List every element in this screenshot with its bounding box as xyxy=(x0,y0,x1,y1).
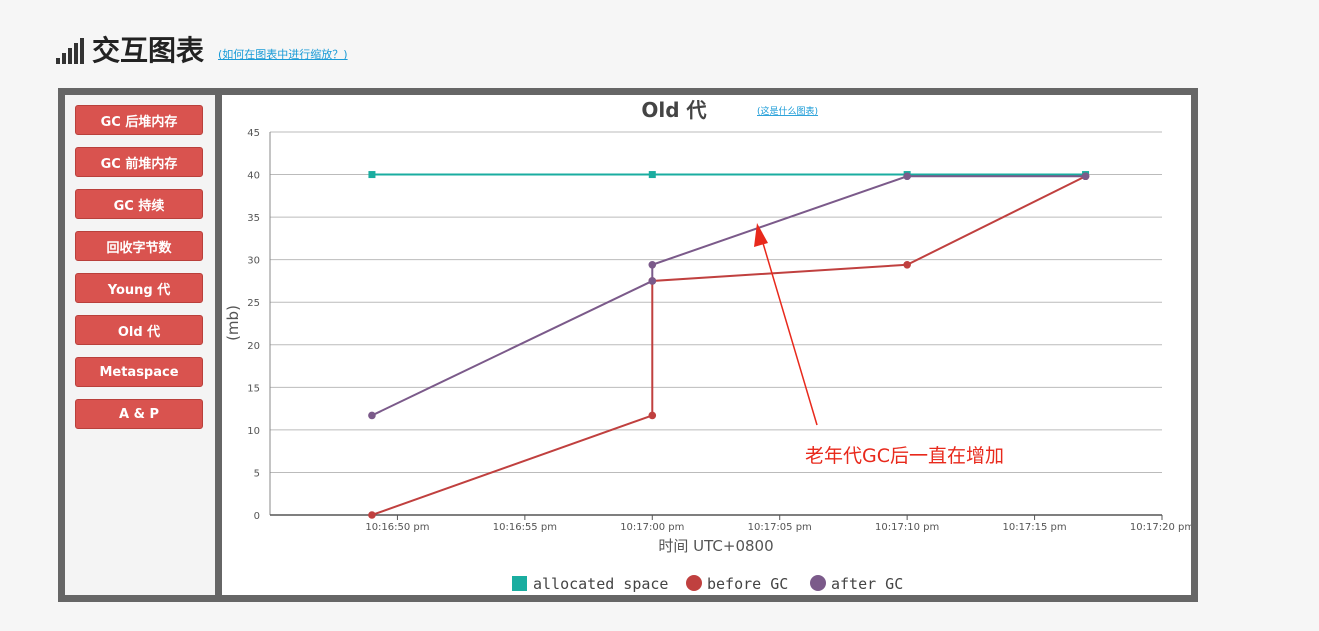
y-tick-label: 25 xyxy=(247,298,260,309)
x-tick-label: 10:17:00 pm xyxy=(620,522,684,533)
data-point[interactable] xyxy=(368,511,376,519)
gc-duration-button[interactable]: GC 持续 xyxy=(75,189,203,219)
data-point[interactable] xyxy=(368,171,376,179)
legend-item[interactable]: after GC xyxy=(810,575,903,593)
y-tick-label: 5 xyxy=(254,468,260,479)
chart-type-sidebar: GC 后堆内存 GC 前堆内存 GC 持续 回收字节数 Young 代 Old … xyxy=(65,95,215,595)
data-point[interactable] xyxy=(648,171,656,179)
page-header: 交互图表 (如何在图表中进行缩放？) xyxy=(56,34,348,68)
old-gen-button[interactable]: Old 代 xyxy=(75,315,203,345)
data-point[interactable] xyxy=(648,277,657,285)
chart-frame: GC 后堆内存 GC 前堆内存 GC 持续 回收字节数 Young 代 Old … xyxy=(58,88,1198,602)
gc-after-heap-button[interactable]: GC 后堆内存 xyxy=(75,105,203,135)
chart-panel: Old 代 (这是什么图表) 0 5 10 15 20 25 30 35 40 45 10:16:5… xyxy=(222,95,1194,595)
x-tick-label: 10:17:10 pm xyxy=(875,522,939,533)
y-tick-label: 15 xyxy=(247,383,260,394)
data-point[interactable] xyxy=(903,260,911,269)
y-tick-label: 10 xyxy=(247,426,260,437)
chart-title: Old 代 xyxy=(641,98,706,122)
legend-item[interactable]: before GC xyxy=(686,575,788,593)
legend-label: allocated space xyxy=(533,575,668,593)
x-axis-label: 时间 UTC+0800 xyxy=(658,537,773,555)
legend-label: after GC xyxy=(831,575,903,593)
y-tick-label: 20 xyxy=(247,341,260,352)
annotation-text: 老年代GC后一直在增加 xyxy=(805,445,1004,467)
data-point[interactable] xyxy=(903,172,911,181)
data-point[interactable] xyxy=(368,411,376,420)
x-tick-label: 10:16:50 pm xyxy=(365,522,429,533)
y-tick-label: 30 xyxy=(247,256,260,267)
series-line xyxy=(371,175,1086,417)
legend-square-icon xyxy=(512,576,527,591)
alloc-promotion-button[interactable]: A & P xyxy=(75,399,203,429)
old-gen-chart[interactable]: Old 代 (这是什么图表) 0 5 10 15 20 25 30 35 40 45 10:16:5… xyxy=(222,95,1194,595)
data-point[interactable] xyxy=(648,411,657,420)
y-tick-label: 45 xyxy=(247,128,260,139)
zoom-help-link[interactable]: (如何在图表中进行缩放？) xyxy=(218,46,348,62)
grid-lines xyxy=(270,131,1162,516)
signal-bars-icon xyxy=(56,38,84,64)
legend-circle-icon xyxy=(686,575,702,591)
y-axis-label: (mb) xyxy=(224,305,242,341)
young-gen-button[interactable]: Young 代 xyxy=(75,273,203,303)
x-tick-label: 10:17:20 pm xyxy=(1130,522,1191,533)
data-point[interactable] xyxy=(1081,172,1090,181)
data-point[interactable] xyxy=(648,260,657,269)
legend-item[interactable]: allocated space xyxy=(512,575,668,593)
y-tick-label: 35 xyxy=(247,213,260,224)
reclaimed-bytes-button[interactable]: 回收字节数 xyxy=(75,231,203,261)
legend: allocated space before GC after GC xyxy=(512,575,903,593)
y-tick-label: 40 xyxy=(247,171,260,182)
x-tick-label: 10:17:15 pm xyxy=(1002,522,1066,533)
x-tick-label: 10:17:05 pm xyxy=(748,522,812,533)
legend-label: before GC xyxy=(707,575,788,593)
legend-circle-icon xyxy=(810,575,826,591)
x-tick-label: 10:16:55 pm xyxy=(493,522,557,533)
metaspace-button[interactable]: Metaspace xyxy=(75,357,203,387)
y-tick-label: 0 xyxy=(254,511,260,522)
gc-before-heap-button[interactable]: GC 前堆内存 xyxy=(75,147,203,177)
chart-help-link[interactable]: (这是什么图表) xyxy=(757,105,818,117)
page-title: 交互图表 xyxy=(92,34,205,67)
